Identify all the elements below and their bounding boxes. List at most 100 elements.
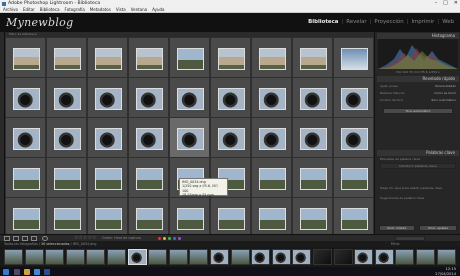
sync-metadata-button[interactable]: Sincr. metad. [379, 225, 415, 231]
grid-cell[interactable] [169, 77, 210, 121]
photo-thumbnail[interactable] [218, 88, 245, 110]
minimize-icon[interactable]: – [435, 0, 438, 7]
photo-thumbnail[interactable] [13, 88, 40, 110]
grid-cell[interactable] [333, 117, 374, 161]
photo-thumbnail[interactable] [54, 168, 81, 190]
grid-cell[interactable] [5, 37, 46, 81]
filmstrip-thumbnail[interactable] [416, 249, 435, 265]
keywording-header[interactable]: Palabras clave [377, 150, 459, 156]
photo-thumbnail[interactable] [259, 128, 286, 150]
grid-cell[interactable] [46, 77, 87, 121]
grid-cell[interactable] [251, 37, 292, 81]
close-icon[interactable]: ✕ [454, 0, 458, 7]
photo-thumbnail[interactable] [341, 88, 368, 110]
grid-cell[interactable] [87, 117, 128, 161]
filmstrip-thumbnail[interactable] [65, 249, 85, 265]
keyword-tags-row[interactable]: Etiquetas de palabra clave [380, 157, 456, 162]
filmstrip-thumbnail[interactable] [436, 249, 456, 265]
auto-tone-button[interactable]: Tono automático [383, 108, 453, 114]
filmstrip-thumbnail[interactable] [313, 249, 332, 265]
source-label[interactable]: Todas las fotografías [4, 242, 38, 246]
grid-cell[interactable] [169, 37, 210, 81]
photo-thumbnail[interactable] [13, 128, 40, 150]
menu-item[interactable]: Metadatos [90, 7, 111, 12]
taskbar-app-icon[interactable] [34, 268, 40, 275]
filmstrip-thumbnail[interactable] [189, 249, 209, 265]
photo-thumbnail[interactable] [259, 88, 286, 110]
grid-cell[interactable] [210, 37, 251, 81]
grid-cell[interactable] [87, 157, 128, 201]
photo-thumbnail[interactable] [54, 48, 81, 70]
photo-thumbnail[interactable] [13, 168, 40, 190]
module-3[interactable]: Imprimir [411, 19, 434, 25]
filmstrip-thumbnail[interactable] [210, 249, 229, 265]
photo-thumbnail[interactable] [95, 128, 122, 150]
photo-thumbnail[interactable] [177, 208, 204, 230]
white-balance-row[interactable]: Balance blancos Como se tomó [380, 91, 456, 96]
photo-thumbnail[interactable] [218, 48, 245, 70]
grid-cell[interactable] [210, 197, 251, 234]
maximize-icon[interactable]: □ [443, 0, 448, 7]
filmstrip-thumbnail[interactable] [271, 249, 291, 265]
photo-thumbnail[interactable] [13, 208, 40, 230]
grid-cell[interactable] [87, 77, 128, 121]
filmstrip-thumbnail[interactable] [230, 249, 250, 265]
menu-item[interactable]: Ayuda [152, 7, 164, 12]
photo-thumbnail[interactable] [341, 168, 368, 190]
module-4[interactable]: Web [442, 19, 454, 25]
quick-develop-header[interactable]: Revelado rápido [377, 76, 459, 82]
menu-item[interactable]: Biblioteca [40, 7, 60, 12]
photo-thumbnail[interactable] [300, 128, 327, 150]
filmstrip-thumbnail[interactable] [251, 249, 271, 265]
grid-cell[interactable] [46, 117, 87, 161]
menu-item[interactable]: Fotografía [65, 7, 85, 12]
module-0[interactable]: Biblioteca [308, 19, 338, 25]
photo-thumbnail[interactable] [54, 208, 81, 230]
photo-thumbnail[interactable] [259, 168, 286, 190]
photo-thumbnail[interactable] [300, 48, 327, 70]
grid-cell[interactable] [128, 157, 169, 201]
grid-cell[interactable] [87, 197, 128, 234]
module-1[interactable]: Revelar [346, 19, 366, 25]
grid-cell[interactable] [251, 157, 292, 201]
grid-cell[interactable] [128, 197, 169, 234]
photo-thumbnail[interactable] [136, 128, 163, 150]
photo-thumbnail[interactable] [341, 48, 368, 70]
grid-cell[interactable] [210, 117, 251, 161]
menu-item[interactable]: Ventana [131, 7, 147, 12]
photo-thumbnail[interactable] [136, 48, 163, 70]
keyword-input[interactable]: Introducir palabras clave [380, 163, 456, 169]
photo-thumbnail[interactable] [95, 48, 122, 70]
filmstrip-thumbnail[interactable] [148, 249, 168, 265]
photo-thumbnail[interactable] [95, 88, 122, 110]
filmstrip-thumbnail[interactable] [374, 249, 394, 265]
keyword-suggestions-row[interactable]: Sugerencias de palabra clave [380, 196, 456, 201]
grid-cell[interactable] [292, 77, 333, 121]
grid-cell[interactable] [5, 157, 46, 201]
tone-control-row[interactable]: Control de tono Tono automático [380, 98, 456, 103]
grid-cell[interactable] [169, 197, 210, 234]
photo-thumbnail[interactable] [95, 208, 122, 230]
grid-cell[interactable] [292, 117, 333, 161]
filmstrip-thumbnail[interactable] [292, 249, 312, 265]
menu-item[interactable]: Editar [23, 7, 35, 12]
grid-cell[interactable] [5, 117, 46, 161]
grid-cell[interactable] [46, 37, 87, 81]
photo-thumbnail[interactable] [54, 128, 81, 150]
grid-cell[interactable] [333, 77, 374, 121]
photo-thumbnail[interactable] [177, 128, 204, 150]
photo-thumbnail[interactable] [95, 168, 122, 190]
filmstrip-thumbnail[interactable] [333, 249, 353, 265]
menu-item[interactable]: Vista [116, 7, 126, 12]
grid-cell[interactable] [251, 117, 292, 161]
filmstrip-thumbnail[interactable] [45, 249, 65, 265]
photo-thumbnail[interactable] [136, 208, 163, 230]
photo-thumbnail[interactable] [259, 208, 286, 230]
grid-cell[interactable] [46, 157, 87, 201]
grid-cell[interactable] [46, 197, 87, 234]
grid-cell[interactable] [333, 157, 374, 201]
grid-cell[interactable] [128, 117, 169, 161]
label-red-icon[interactable] [158, 237, 161, 240]
photo-thumbnail[interactable] [341, 208, 368, 230]
photo-thumbnail[interactable] [218, 208, 245, 230]
